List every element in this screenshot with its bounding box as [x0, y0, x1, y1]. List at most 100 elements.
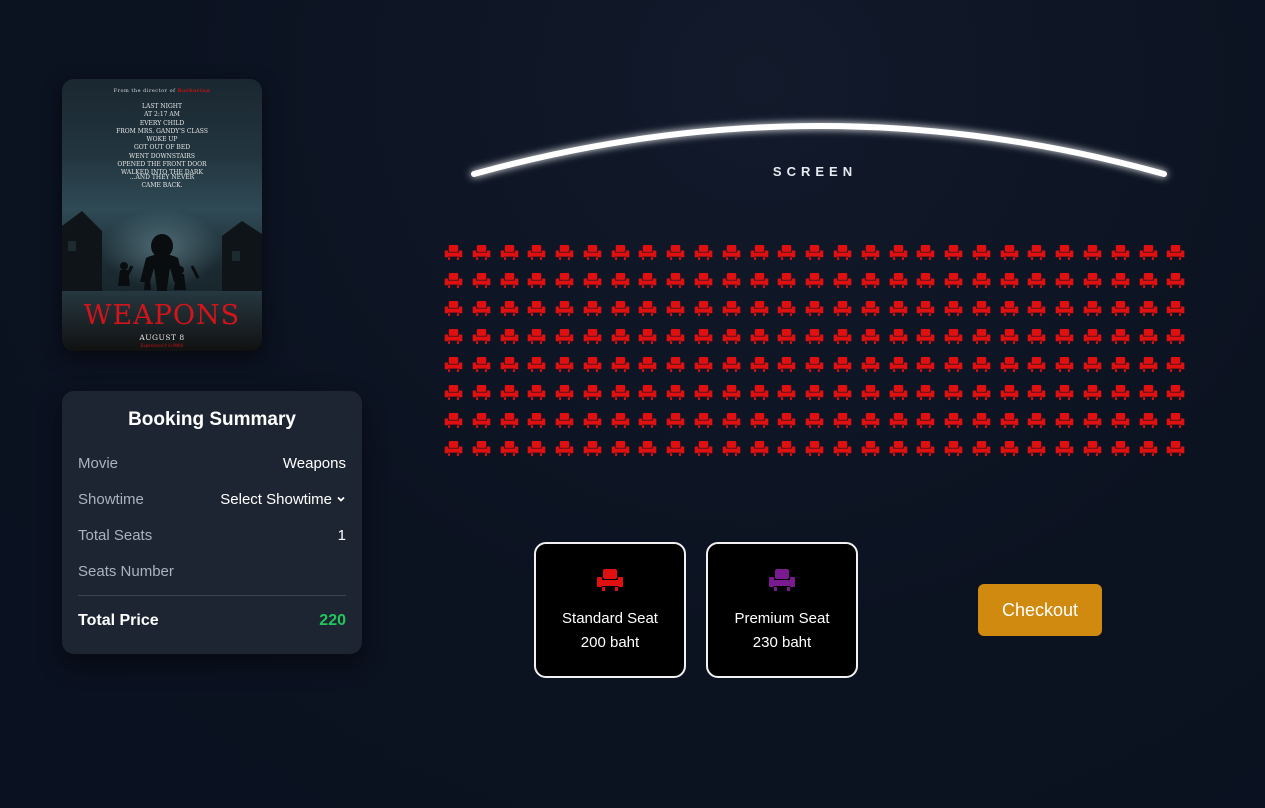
seat[interactable] — [861, 355, 889, 383]
seat[interactable] — [1055, 299, 1083, 327]
seat[interactable] — [555, 243, 583, 271]
seat[interactable] — [1111, 355, 1139, 383]
seat[interactable] — [722, 271, 750, 299]
seat[interactable] — [916, 271, 944, 299]
seat[interactable] — [444, 383, 472, 411]
seat[interactable] — [861, 411, 889, 439]
seat[interactable] — [916, 383, 944, 411]
seat[interactable] — [944, 243, 972, 271]
seat[interactable] — [1055, 411, 1083, 439]
seat[interactable] — [444, 411, 472, 439]
seat[interactable] — [472, 411, 500, 439]
seat[interactable] — [583, 327, 611, 355]
seat[interactable] — [555, 411, 583, 439]
seat[interactable] — [611, 439, 639, 467]
seat[interactable] — [694, 299, 722, 327]
seat[interactable] — [527, 299, 555, 327]
seat[interactable] — [1055, 439, 1083, 467]
seat[interactable] — [1027, 355, 1055, 383]
seat[interactable] — [861, 271, 889, 299]
seat[interactable] — [500, 439, 528, 467]
seat[interactable] — [777, 383, 805, 411]
seat[interactable] — [694, 355, 722, 383]
seat[interactable] — [1166, 243, 1194, 271]
seat[interactable] — [805, 271, 833, 299]
seat[interactable] — [638, 439, 666, 467]
seat[interactable] — [944, 327, 972, 355]
seat[interactable] — [1055, 383, 1083, 411]
seat[interactable] — [1055, 327, 1083, 355]
seat[interactable] — [972, 383, 1000, 411]
seat[interactable] — [1139, 439, 1167, 467]
seat[interactable] — [777, 271, 805, 299]
seat[interactable] — [500, 299, 528, 327]
seat[interactable] — [972, 299, 1000, 327]
seat[interactable] — [1027, 439, 1055, 467]
seat[interactable] — [833, 439, 861, 467]
seat[interactable] — [889, 299, 917, 327]
seat[interactable] — [861, 327, 889, 355]
seat[interactable] — [1111, 411, 1139, 439]
seat[interactable] — [638, 299, 666, 327]
seat[interactable] — [611, 243, 639, 271]
seat[interactable] — [1000, 243, 1028, 271]
seat[interactable] — [611, 383, 639, 411]
seat[interactable] — [889, 439, 917, 467]
seat[interactable] — [722, 355, 750, 383]
seat[interactable] — [777, 243, 805, 271]
seat[interactable] — [666, 439, 694, 467]
seat[interactable] — [500, 411, 528, 439]
seat[interactable] — [916, 439, 944, 467]
seat[interactable] — [805, 439, 833, 467]
seat[interactable] — [444, 439, 472, 467]
seat[interactable] — [1000, 383, 1028, 411]
seat[interactable] — [583, 411, 611, 439]
seat[interactable] — [1111, 327, 1139, 355]
seat[interactable] — [889, 411, 917, 439]
seat[interactable] — [944, 439, 972, 467]
seat[interactable] — [472, 383, 500, 411]
seat[interactable] — [1083, 383, 1111, 411]
seat[interactable] — [750, 355, 778, 383]
seat[interactable] — [500, 327, 528, 355]
seat[interactable] — [444, 299, 472, 327]
seat[interactable] — [916, 243, 944, 271]
seat[interactable] — [666, 327, 694, 355]
seat[interactable] — [750, 271, 778, 299]
seat[interactable] — [916, 355, 944, 383]
seat[interactable] — [1111, 299, 1139, 327]
seat[interactable] — [611, 411, 639, 439]
seat[interactable] — [889, 355, 917, 383]
seat[interactable] — [694, 243, 722, 271]
seat[interactable] — [972, 355, 1000, 383]
seat[interactable] — [666, 299, 694, 327]
seat[interactable] — [527, 243, 555, 271]
seat[interactable] — [722, 299, 750, 327]
seat[interactable] — [472, 355, 500, 383]
showtime-select[interactable]: Select Showtime — [220, 491, 346, 508]
seat[interactable] — [889, 271, 917, 299]
seat[interactable] — [444, 271, 472, 299]
seat[interactable] — [1055, 355, 1083, 383]
seat[interactable] — [611, 355, 639, 383]
seat[interactable] — [694, 271, 722, 299]
seat[interactable] — [944, 355, 972, 383]
seat[interactable] — [833, 327, 861, 355]
seat[interactable] — [805, 299, 833, 327]
seat[interactable] — [916, 327, 944, 355]
seat[interactable] — [1000, 355, 1028, 383]
seat[interactable] — [1111, 383, 1139, 411]
seat[interactable] — [666, 411, 694, 439]
seat[interactable] — [472, 271, 500, 299]
seat[interactable] — [527, 411, 555, 439]
seat[interactable] — [1139, 299, 1167, 327]
seat[interactable] — [805, 383, 833, 411]
seat[interactable] — [833, 383, 861, 411]
seat[interactable] — [527, 327, 555, 355]
seat[interactable] — [1166, 299, 1194, 327]
seat[interactable] — [972, 271, 1000, 299]
checkout-button[interactable]: Checkout — [978, 584, 1102, 636]
seat[interactable] — [1000, 439, 1028, 467]
seat[interactable] — [1027, 327, 1055, 355]
seat[interactable] — [527, 383, 555, 411]
